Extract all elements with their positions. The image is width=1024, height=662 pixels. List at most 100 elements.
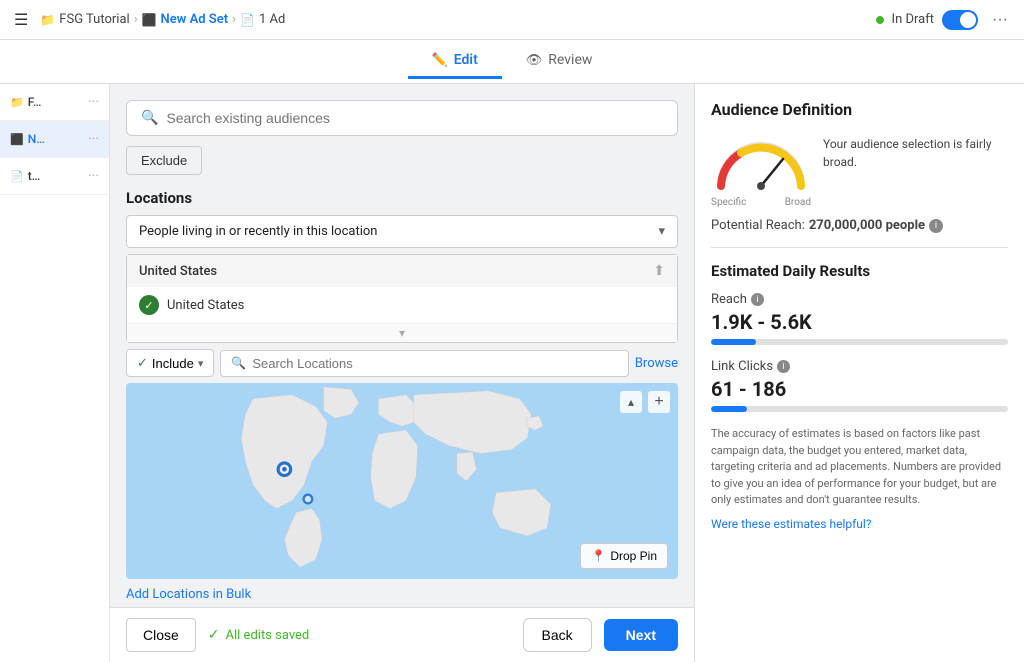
saved-status: ✓ All edits saved — [208, 627, 309, 643]
link-clicks-bar — [711, 406, 1008, 412]
gauge-wrap: Specific Broad — [711, 131, 811, 208]
audience-definition-title: Audience Definition — [711, 100, 1008, 119]
estimate-note: The accuracy of estimates is based on fa… — [711, 426, 1008, 509]
exclude-button[interactable]: Exclude — [126, 146, 202, 175]
reach-metric-text: Reach — [711, 292, 747, 307]
back-button[interactable]: Back — [523, 618, 592, 652]
breadcrumb: 📁 FSG Tutorial › ⬛ New Ad Set › 📄 1 Ad — [40, 12, 285, 27]
sidebar-t-icon: 📄 — [10, 170, 24, 183]
reach-bar-fill — [711, 339, 756, 345]
breadcrumb-1ad-icon: 📄 — [240, 13, 255, 27]
sidebar-t-dots[interactable]: ··· — [88, 168, 99, 184]
search-icon: 🔍 — [141, 110, 158, 126]
add-locations-bulk-link[interactable]: Add Locations in Bulk — [126, 587, 678, 602]
breadcrumb-sep-2: › — [232, 12, 236, 27]
search-audiences-bar[interactable]: 🔍 — [126, 100, 678, 136]
helpful-link[interactable]: Were these estimates helpful? — [711, 517, 871, 531]
estimated-daily-title: Estimated Daily Results — [711, 262, 1008, 280]
search-locations-icon: 🔍 — [231, 356, 246, 370]
map-zoom-in-button[interactable]: + — [648, 391, 670, 413]
search-locations-bar[interactable]: 🔍 — [220, 350, 628, 377]
include-chevron-icon: ▾ — [198, 357, 204, 370]
edit-icon: ✏️ — [432, 53, 448, 68]
map-collapse-button[interactable]: ▴ — [620, 391, 642, 413]
region-header-label: United States — [139, 264, 217, 279]
next-button[interactable]: Next — [604, 619, 678, 651]
sidebar-t-label: t… — [28, 169, 41, 183]
include-search-row: ✓ Include ▾ 🔍 Browse — [126, 349, 678, 377]
map-container: ▴ + 📍 Drop Pin — [126, 383, 678, 579]
location-item: ✓ United States — [127, 287, 677, 323]
gauge-broad-label: Broad — [785, 197, 811, 208]
breadcrumb-fsg[interactable]: FSG Tutorial — [59, 12, 129, 27]
sidebar-toggle-button[interactable]: ☰ — [10, 6, 32, 34]
edit-label: Edit — [454, 52, 478, 68]
link-clicks-info-icon[interactable]: i — [777, 360, 790, 373]
potential-reach: Potential Reach: 270,000,000 people i — [711, 218, 1008, 233]
audience-gauge — [711, 131, 811, 193]
location-box-header: United States ⬆ — [127, 255, 677, 287]
link-clicks-bar-fill — [711, 406, 747, 412]
reach-metric-info-icon[interactable]: i — [751, 293, 764, 306]
check-icon: ✓ — [208, 627, 220, 643]
sidebar-n-dots[interactable]: ··· — [88, 131, 99, 147]
panel-divider — [711, 247, 1008, 248]
breadcrumb-sep-1: › — [134, 12, 138, 27]
sidebar-n-label: N… — [28, 132, 45, 146]
location-type-dropdown[interactable]: People living in or recently in this loc… — [126, 215, 678, 248]
more-options-button[interactable]: ··· — [986, 7, 1014, 33]
sidebar: 📁 F… ··· ⬛ N… ··· 📄 t… ··· — [0, 84, 110, 662]
estimated-daily-section: Estimated Daily Results Reach i 1.9K - 5… — [711, 262, 1008, 532]
breadcrumb-newadset[interactable]: New Ad Set — [161, 12, 229, 27]
search-audiences-input[interactable] — [166, 110, 663, 126]
scroll-up-icon[interactable]: ⬆ — [653, 263, 665, 279]
location-name: United States — [167, 298, 244, 313]
scroll-down-handle: ▾ — [127, 323, 677, 342]
tab-edit[interactable]: ✏️ Edit — [408, 44, 502, 79]
search-locations-input[interactable] — [252, 356, 618, 371]
location-box: United States ⬆ ✓ United States ▾ — [126, 254, 678, 343]
audience-definition-section: Audience Definition — [711, 100, 1008, 233]
link-clicks-value: 61 - 186 — [711, 377, 1008, 401]
drop-pin-label: Drop Pin — [610, 549, 657, 563]
reach-info-icon[interactable]: i — [929, 219, 943, 233]
sidebar-item-f[interactable]: 📁 F… ··· — [0, 84, 109, 121]
locations-section: Locations People living in or recently i… — [126, 189, 678, 602]
pin-icon: 📍 — [591, 549, 606, 563]
link-clicks-text: Link Clicks — [711, 359, 773, 374]
include-button[interactable]: ✓ Include ▾ — [126, 349, 214, 377]
browse-link[interactable]: Browse — [635, 356, 678, 371]
drop-pin-button[interactable]: 📍 Drop Pin — [580, 543, 668, 569]
include-check-icon: ✓ — [137, 355, 148, 371]
saved-label: All edits saved — [226, 628, 310, 643]
sidebar-folder-icon: 📁 — [10, 96, 24, 109]
bottom-bar: Close ✓ All edits saved Back Next — [110, 607, 694, 662]
include-label: Include — [152, 356, 194, 371]
status-dot — [876, 16, 884, 24]
review-label: Review — [548, 52, 592, 68]
sidebar-item-n[interactable]: ⬛ N… ··· — [0, 121, 109, 158]
location-type-label: People living in or recently in this loc… — [139, 224, 377, 239]
gauge-specific-label: Specific — [711, 197, 746, 208]
breadcrumb-folder-icon: 📁 — [40, 13, 55, 27]
dropdown-arrow-icon: ▾ — [658, 224, 665, 239]
sidebar-n-icon: ⬛ — [10, 133, 24, 146]
sidebar-f-label: F… — [28, 95, 42, 109]
tab-review[interactable]: 👁 Review — [502, 44, 617, 79]
close-button[interactable]: Close — [126, 618, 196, 652]
reach-metric-bar — [711, 339, 1008, 345]
audience-description: Your audience selection is fairly broad. — [823, 131, 1008, 171]
reach-metric-value: 1.9K - 5.6K — [711, 310, 1008, 334]
sidebar-item-t[interactable]: 📄 t… ··· — [0, 158, 109, 195]
review-icon: 👁 — [526, 53, 543, 68]
breadcrumb-newadset-icon: ⬛ — [142, 13, 157, 27]
toggle-switch[interactable] — [942, 10, 978, 30]
reach-value: 270,000,000 people — [809, 218, 925, 233]
breadcrumb-1ad[interactable]: 1 Ad — [259, 12, 285, 27]
link-clicks-metric-label: Link Clicks i — [711, 359, 1008, 374]
reach-metric-label: Reach i — [711, 292, 1008, 307]
locations-title: Locations — [126, 189, 678, 207]
location-check-icon: ✓ — [139, 295, 159, 315]
sidebar-f-dots[interactable]: ··· — [88, 94, 99, 110]
reach-label: Potential Reach: — [711, 218, 805, 233]
